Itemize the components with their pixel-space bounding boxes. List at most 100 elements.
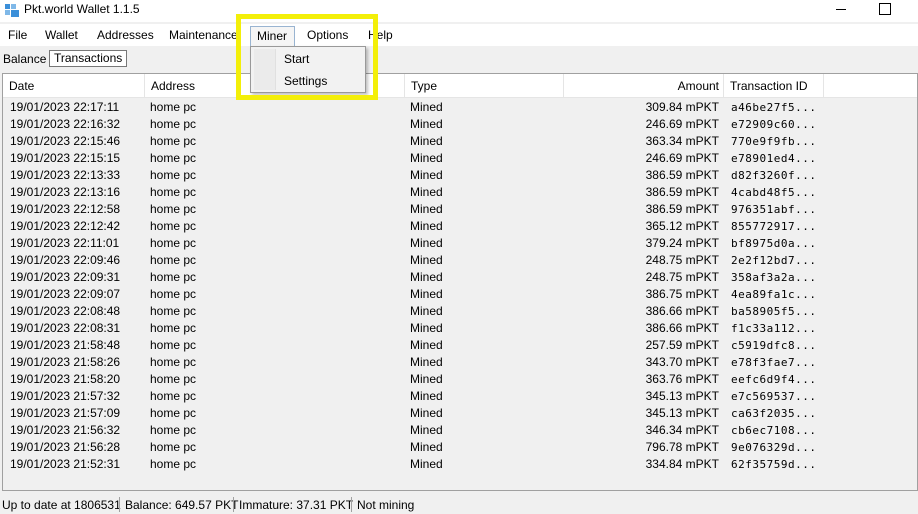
sync-status: Up to date at 1806531 [2,498,121,512]
table-row[interactable]: 19/01/2023 22:09:31 home pc Mined 248.75 mP… [3,269,917,286]
cell-type: Mined [410,134,443,148]
cell-amount: 309.84 mPKT [645,100,719,114]
cell-transaction-id: eefc6d9f4... [731,373,817,386]
cell-transaction-id: 4cabd48f5... [731,186,817,199]
cell-address: home pc [150,253,197,267]
column-header-date[interactable]: Date [3,74,145,98]
table-header: Date Address Type Amount Transaction ID [3,74,917,98]
window-title: Pkt.world Wallet 1.1.5 [24,2,140,16]
cell-date: 19/01/2023 21:52:31 [10,457,121,471]
cell-transaction-id: a46be27f5... [731,101,817,114]
cell-date: 19/01/2023 21:58:48 [10,338,121,352]
column-header-transaction-id[interactable]: Transaction ID [724,74,824,98]
cell-date: 19/01/2023 22:09:31 [10,270,121,284]
cell-transaction-id: c5919dfc8... [731,339,817,352]
menu-miner[interactable]: Miner [250,26,295,46]
cell-transaction-id: f1c33a112... [731,322,817,335]
maximize-button[interactable] [870,0,900,20]
cell-transaction-id: 976351abf... [731,203,817,216]
table-row[interactable]: 19/01/2023 21:52:31 home pc Mined 334.84 mP… [3,456,917,473]
table-row[interactable]: 19/01/2023 22:09:07 home pc Mined 386.75 mP… [3,286,917,303]
cell-date: 19/01/2023 22:15:15 [10,151,121,165]
cell-transaction-id: e72909c60... [731,118,817,131]
cell-type: Mined [410,338,443,352]
table-row[interactable]: 19/01/2023 21:56:32 home pc Mined 346.34 mP… [3,422,917,439]
table-row[interactable]: 19/01/2023 22:12:58 home pc Mined 386.59 mP… [3,201,917,218]
table-row[interactable]: 19/01/2023 22:11:01 home pc Mined 379.24 mP… [3,235,917,252]
cell-amount: 363.76 mPKT [645,372,719,386]
cell-address: home pc [150,219,197,233]
cell-type: Mined [410,287,443,301]
menu-help[interactable]: Help [368,28,393,42]
table-row[interactable]: 19/01/2023 22:13:33 home pc Mined 386.59 mP… [3,167,917,184]
cell-transaction-id: 358af3a2a... [731,271,817,284]
cell-type: Mined [410,372,443,386]
menu-file[interactable]: File [8,28,27,42]
cell-transaction-id: e78901ed4... [731,152,817,165]
cell-address: home pc [150,440,197,454]
tab-balance[interactable]: Balance [3,52,46,66]
status-divider [119,497,120,512]
table-row[interactable]: 19/01/2023 21:58:20 home pc Mined 363.76 mP… [3,371,917,388]
cell-transaction-id: 2e2f12bd7... [731,254,817,267]
cell-amount: 248.75 mPKT [645,253,719,267]
cell-amount: 386.59 mPKT [645,168,719,182]
cell-date: 19/01/2023 22:08:31 [10,321,121,335]
table-row[interactable]: 19/01/2023 21:56:28 home pc Mined 796.78 mP… [3,439,917,456]
cell-date: 19/01/2023 21:57:32 [10,389,121,403]
table-row[interactable]: 19/01/2023 22:08:48 home pc Mined 386.66 mP… [3,303,917,320]
menu-wallet[interactable]: Wallet [45,28,78,42]
cell-address: home pc [150,270,197,284]
cell-date: 19/01/2023 22:16:32 [10,117,121,131]
cell-address: home pc [150,287,197,301]
cell-date: 19/01/2023 22:12:58 [10,202,121,216]
cell-date: 19/01/2023 22:13:33 [10,168,121,182]
table-row[interactable]: 19/01/2023 22:16:32 home pc Mined 246.69 mP… [3,116,917,133]
cell-date: 19/01/2023 22:13:16 [10,185,121,199]
cell-amount: 257.59 mPKT [645,338,719,352]
wallet-app-icon [5,4,19,17]
tab-transactions[interactable]: Transactions [49,50,128,67]
cell-type: Mined [410,321,443,335]
table-row[interactable]: 19/01/2023 22:08:31 home pc Mined 386.66 mP… [3,320,917,337]
cell-address: home pc [150,355,197,369]
cell-type: Mined [410,457,443,471]
cell-transaction-id: cb6ec7108... [731,424,817,437]
menu-miner-label: Miner [257,29,288,43]
table-row[interactable]: 19/01/2023 22:13:16 home pc Mined 386.59 mP… [3,184,917,201]
table-row[interactable]: 19/01/2023 21:57:09 home pc Mined 345.13 mP… [3,405,917,422]
cell-amount: 248.75 mPKT [645,270,719,284]
menu-options[interactable]: Options [307,28,348,42]
column-header-type[interactable]: Type [405,74,564,98]
cell-transaction-id: e7c569537... [731,390,817,403]
menu-maintenance[interactable]: Maintenance [169,28,238,42]
table-row[interactable]: 19/01/2023 22:15:46 home pc Mined 363.34 mP… [3,133,917,150]
cell-date: 19/01/2023 22:09:07 [10,287,121,301]
cell-type: Mined [410,304,443,318]
cell-amount: 386.59 mPKT [645,185,719,199]
cell-date: 19/01/2023 21:56:32 [10,423,121,437]
table-row[interactable]: 19/01/2023 21:57:32 home pc Mined 345.13 mP… [3,388,917,405]
column-header-amount[interactable]: Amount [564,74,724,98]
cell-address: home pc [150,321,197,335]
minimize-button[interactable] [826,0,856,20]
miner-start-item[interactable]: Start [284,52,309,66]
table-row[interactable]: 19/01/2023 22:17:11 home pc Mined 309.84 mP… [3,99,917,116]
table-row[interactable]: 19/01/2023 22:12:42 home pc Mined 365.12 mP… [3,218,917,235]
cell-type: Mined [410,117,443,131]
cell-transaction-id: 4ea89fa1c... [731,288,817,301]
cell-amount: 346.34 mPKT [645,423,719,437]
tab-strip: Balance Transactions [0,49,918,69]
table-row[interactable]: 19/01/2023 22:15:15 home pc Mined 246.69 mP… [3,150,917,167]
menu-addresses[interactable]: Addresses [97,28,154,42]
cell-transaction-id: 9e076329d... [731,441,817,454]
cell-address: home pc [150,134,197,148]
cell-address: home pc [150,168,197,182]
table-row[interactable]: 19/01/2023 21:58:48 home pc Mined 257.59 mP… [3,337,917,354]
table-row[interactable]: 19/01/2023 21:58:26 home pc Mined 343.70 mP… [3,354,917,371]
balance-status: Balance: 649.57 PKT [125,498,239,512]
cell-type: Mined [410,185,443,199]
table-row[interactable]: 19/01/2023 22:09:46 home pc Mined 248.75 mP… [3,252,917,269]
cell-address: home pc [150,338,197,352]
miner-settings-item[interactable]: Settings [284,74,327,88]
